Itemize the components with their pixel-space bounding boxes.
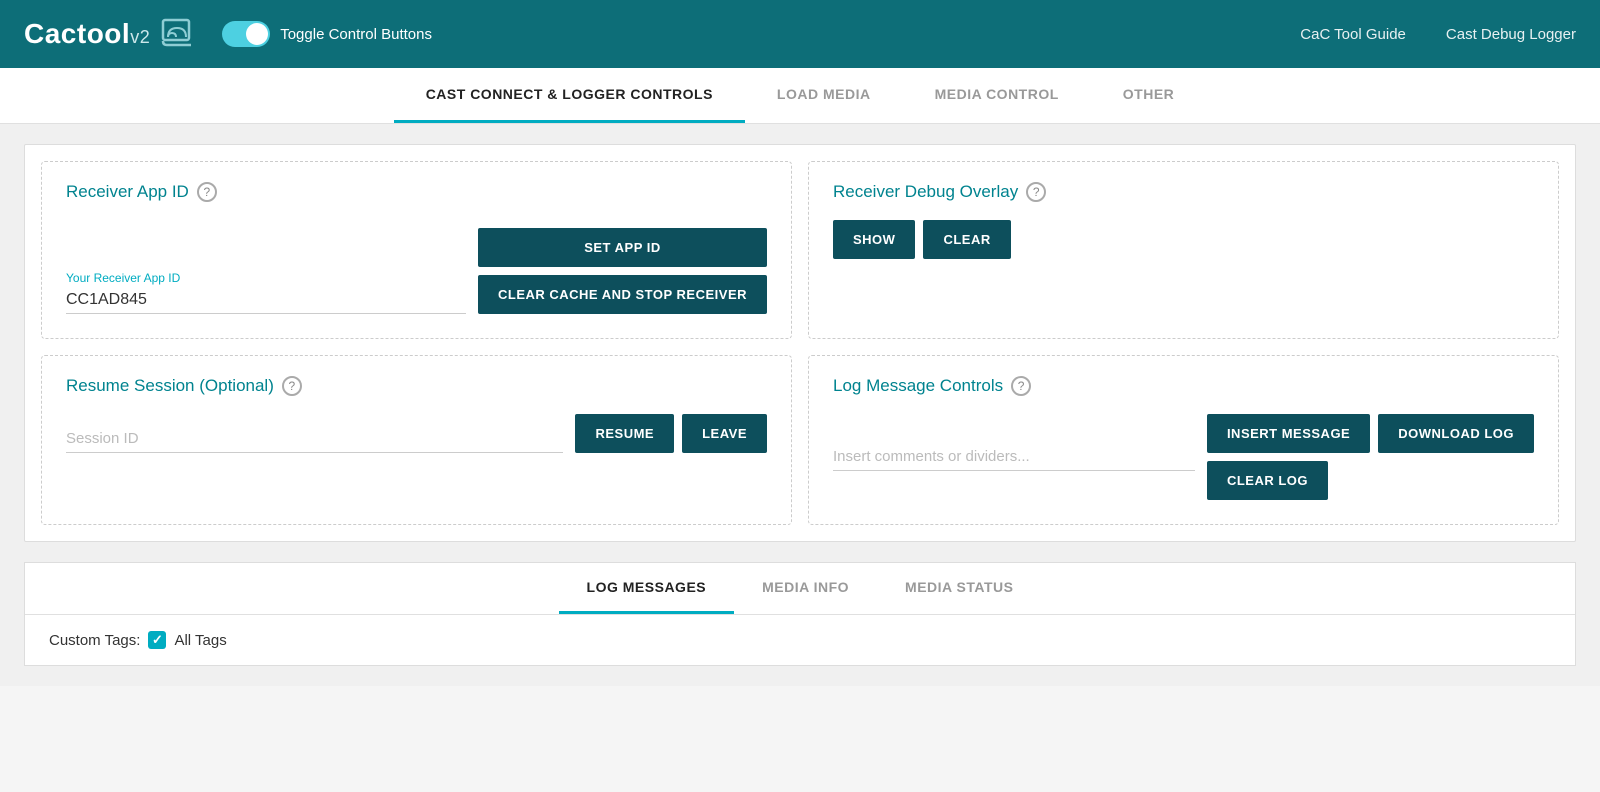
toggle-area[interactable]: Toggle Control Buttons bbox=[222, 21, 432, 47]
receiver-app-id-input-area: Your Receiver App ID bbox=[66, 271, 466, 314]
receiver-debug-help-icon[interactable]: ? bbox=[1026, 182, 1046, 202]
main-content: Receiver App ID ? Your Receiver App ID S… bbox=[0, 124, 1600, 686]
cards-grid: Receiver App ID ? Your Receiver App ID S… bbox=[24, 144, 1576, 542]
log-btn-row-bottom: CLEAR LOG bbox=[1207, 461, 1534, 500]
bottom-tab-media-info[interactable]: MEDIA INFO bbox=[734, 563, 877, 614]
log-controls-row: INSERT MESSAGE DOWNLOAD LOG CLEAR LOG bbox=[833, 414, 1534, 500]
bottom-tab-log-messages[interactable]: LOG MESSAGES bbox=[559, 563, 735, 614]
resume-session-card: Resume Session (Optional) ? RESUME LEAVE bbox=[41, 355, 792, 525]
log-message-controls-title: Log Message Controls ? bbox=[833, 376, 1534, 396]
show-debug-button[interactable]: SHOW bbox=[833, 220, 915, 259]
log-btn-row-top: INSERT MESSAGE DOWNLOAD LOG bbox=[1207, 414, 1534, 453]
bottom-tabs-bar: LOG MESSAGES MEDIA INFO MEDIA STATUS bbox=[25, 563, 1575, 615]
receiver-debug-overlay-title: Receiver Debug Overlay ? bbox=[833, 182, 1534, 202]
all-tags-checkbox[interactable]: ✓ bbox=[148, 631, 166, 649]
nav-debug-logger-link[interactable]: Cast Debug Logger bbox=[1446, 26, 1576, 43]
log-message-input-area bbox=[833, 444, 1195, 471]
receiver-app-id-btn-group: SET APP ID CLEAR CACHE AND STOP RECEIVER bbox=[478, 228, 767, 314]
session-id-input-area bbox=[66, 426, 563, 453]
log-btn-stack: INSERT MESSAGE DOWNLOAD LOG CLEAR LOG bbox=[1207, 414, 1534, 500]
log-message-input[interactable] bbox=[833, 444, 1195, 471]
toggle-label: Toggle Control Buttons bbox=[280, 26, 432, 43]
download-log-button[interactable]: DOWNLOAD LOG bbox=[1378, 414, 1534, 453]
logo-text: Cactoolv2 bbox=[24, 18, 150, 50]
log-message-controls-card: Log Message Controls ? INSERT MESSAGE DO… bbox=[808, 355, 1559, 525]
tab-media-control[interactable]: MEDIA CONTROL bbox=[903, 68, 1091, 123]
cast-icon bbox=[160, 13, 198, 56]
session-id-input[interactable] bbox=[66, 426, 563, 453]
resume-button[interactable]: RESUME bbox=[575, 414, 674, 453]
nav-guide-link[interactable]: CaC Tool Guide bbox=[1300, 26, 1406, 43]
toggle-knob bbox=[246, 23, 268, 45]
resume-session-help-icon[interactable]: ? bbox=[282, 376, 302, 396]
clear-cache-stop-button[interactable]: CLEAR CACHE AND STOP RECEIVER bbox=[478, 275, 767, 314]
checkbox-check-icon: ✓ bbox=[152, 632, 163, 648]
receiver-debug-btn-group: SHOW CLEAR bbox=[833, 220, 1534, 259]
main-tabs-bar: CAST CONNECT & LOGGER CONTROLS LOAD MEDI… bbox=[0, 68, 1600, 124]
bottom-section: LOG MESSAGES MEDIA INFO MEDIA STATUS Cus… bbox=[24, 562, 1576, 666]
receiver-app-id-help-icon[interactable]: ? bbox=[197, 182, 217, 202]
header: Cactoolv2 Toggle Control Buttons CaC Too… bbox=[0, 0, 1600, 68]
receiver-app-id-title: Receiver App ID ? bbox=[66, 182, 767, 202]
insert-message-button[interactable]: INSERT MESSAGE bbox=[1207, 414, 1370, 453]
logo-version: v2 bbox=[130, 27, 150, 47]
receiver-card-inner: Your Receiver App ID SET APP ID CLEAR CA… bbox=[66, 220, 767, 314]
custom-tags-label: Custom Tags: bbox=[49, 632, 140, 649]
receiver-app-id-label: Your Receiver App ID bbox=[66, 271, 466, 285]
tab-load-media[interactable]: LOAD MEDIA bbox=[745, 68, 903, 123]
leave-button[interactable]: LEAVE bbox=[682, 414, 767, 453]
resume-session-row: RESUME LEAVE bbox=[66, 414, 767, 453]
receiver-app-id-input[interactable] bbox=[66, 287, 466, 314]
header-nav: CaC Tool Guide Cast Debug Logger bbox=[1300, 26, 1576, 43]
tab-cast-connect[interactable]: CAST CONNECT & LOGGER CONTROLS bbox=[394, 68, 745, 123]
bottom-tab-media-status[interactable]: MEDIA STATUS bbox=[877, 563, 1041, 614]
resume-session-title: Resume Session (Optional) ? bbox=[66, 376, 767, 396]
clear-log-button[interactable]: CLEAR LOG bbox=[1207, 461, 1328, 500]
tab-other[interactable]: OTHER bbox=[1091, 68, 1207, 123]
receiver-debug-overlay-card: Receiver Debug Overlay ? SHOW CLEAR bbox=[808, 161, 1559, 339]
resume-session-btn-group: RESUME LEAVE bbox=[575, 414, 767, 453]
toggle-switch[interactable] bbox=[222, 21, 270, 47]
logo-area: Cactoolv2 bbox=[24, 13, 198, 56]
log-message-help-icon[interactable]: ? bbox=[1011, 376, 1031, 396]
custom-tags-row: Custom Tags: ✓ All Tags bbox=[25, 615, 1575, 665]
clear-debug-button[interactable]: CLEAR bbox=[923, 220, 1010, 259]
set-app-id-button[interactable]: SET APP ID bbox=[478, 228, 767, 267]
all-tags-label: All Tags bbox=[174, 632, 226, 649]
receiver-app-id-card: Receiver App ID ? Your Receiver App ID S… bbox=[41, 161, 792, 339]
